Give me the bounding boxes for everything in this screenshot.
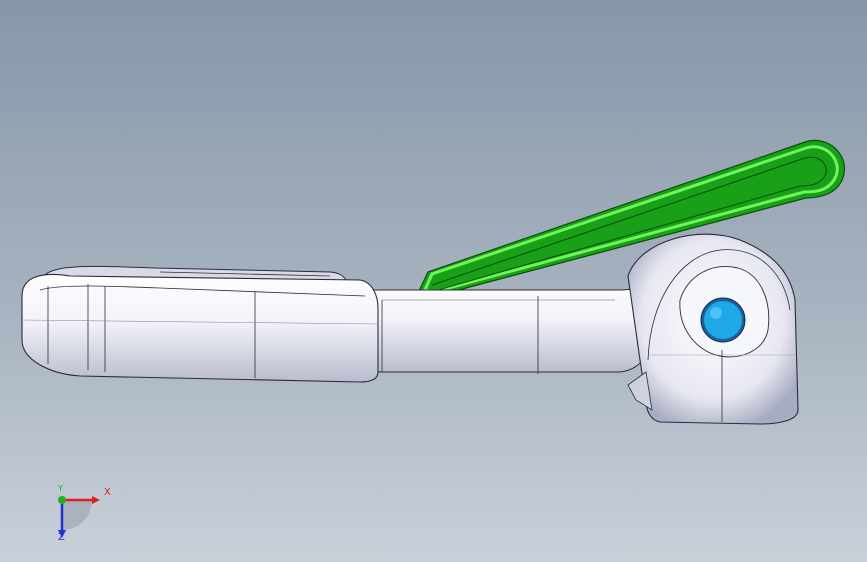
- shaft-body: [339, 275, 669, 374]
- y-axis-dot: [58, 496, 66, 504]
- y-axis-label: Y: [58, 484, 63, 493]
- coordinate-triad: X Y Z: [40, 478, 120, 548]
- x-axis-label: X: [104, 487, 111, 498]
- part-model[interactable]: [0, 0, 867, 562]
- triad-plane-shade: [62, 500, 92, 530]
- handle-loop-front: [21, 273, 379, 383]
- z-axis-label: Z: [58, 532, 65, 543]
- hinge-pin[interactable]: [700, 297, 746, 343]
- graphics-viewport[interactable]: X Y Z: [0, 0, 867, 562]
